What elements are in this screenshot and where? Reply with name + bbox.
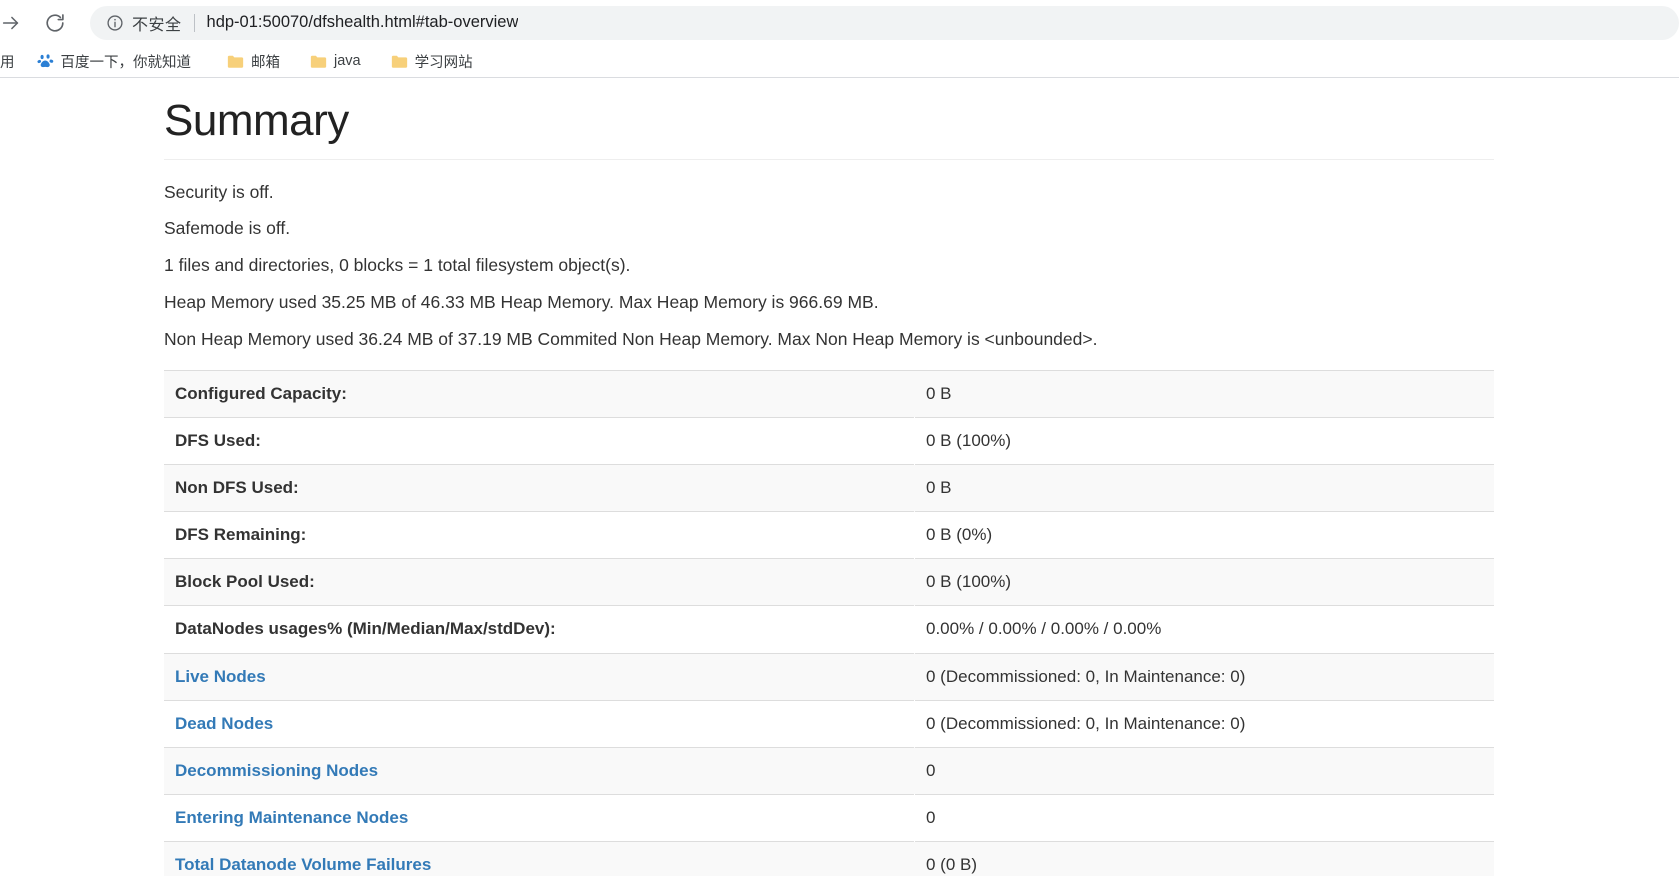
table-row: DFS Remaining: 0 B (0%): [164, 511, 1494, 559]
table-value-label: 0 (0 B): [926, 855, 978, 875]
page-body: Summary Security is off. Safemode is off…: [0, 78, 1679, 876]
table-cell-value: 0: [914, 746, 1494, 795]
table-key-label: DataNodes usages% (Min/Median/Max/stdDev…: [175, 619, 556, 639]
table-cell-key: Configured Capacity:: [164, 369, 915, 418]
table-value-label: 0 (Decommissioned: 0, In Maintenance: 0): [926, 713, 1246, 733]
table-row: Entering Maintenance Nodes 0: [164, 793, 1494, 842]
folder-icon: [310, 54, 327, 69]
page-title: Summary: [164, 96, 349, 145]
info-circle-icon[interactable]: [106, 14, 124, 32]
table-key-label: Non DFS Used:: [175, 478, 299, 498]
bookmark-folder-java[interactable]: java: [302, 50, 369, 72]
table-row: Decommissioning Nodes 0: [164, 746, 1494, 795]
table-row: Configured Capacity: 0 B: [164, 369, 1494, 418]
bookmark-clipped-label[interactable]: 用: [0, 51, 15, 72]
table-value-label: 0: [926, 807, 936, 827]
table-row: Dead Nodes 0 (Decommissioned: 0, In Maint…: [164, 699, 1494, 748]
table-cell-value: 0: [914, 793, 1494, 842]
table-link[interactable]: Live Nodes: [175, 667, 266, 686]
bookmarks-bar: 用 百度一下，你就知道 邮箱 java 学习网站: [0, 45, 1679, 78]
table-value-label: 0 B (100%): [926, 430, 1012, 450]
security-status-label[interactable]: 不安全: [132, 11, 182, 35]
table-cell-value: 0 (Decommissioned: 0, In Maintenance: 0): [914, 699, 1494, 748]
table-row: Total Datanode Volume Failures 0 (0 B): [164, 841, 1494, 876]
table-key-label: Block Pool Used:: [175, 572, 315, 592]
table-cell-key: Decommissioning Nodes: [164, 746, 915, 795]
table-cell-value: 0 B (100%): [914, 416, 1494, 465]
summary-table: Configured Capacity: 0 B DFS Used: 0 B (100…: [164, 369, 1494, 876]
bookmark-label: 学习网站: [414, 54, 473, 71]
table-cell-key: DataNodes usages% (Min/Median/Max/stdDev…: [164, 605, 915, 654]
reload-button[interactable]: [38, 6, 72, 40]
table-cell-value: 0 (Decommissioned: 0, In Maintenance: 0): [914, 652, 1494, 701]
summary-line-security: Security is off.: [164, 181, 274, 202]
baidu-icon: [36, 52, 54, 70]
table-key-label: Configured Capacity:: [175, 383, 347, 403]
table-row: Block Pool Used: 0 B (100%): [164, 558, 1494, 606]
table-link[interactable]: Entering Maintenance Nodes: [175, 808, 408, 827]
summary-line-safemode: Safemode is off.: [164, 218, 291, 239]
table-value-label: 0 (Decommissioned: 0, In Maintenance: 0): [926, 666, 1246, 686]
table-value-label: 0 B (0%): [926, 525, 993, 545]
table-value-label: 0 B (100%): [926, 572, 1012, 592]
table-cell-key: Entering Maintenance Nodes: [164, 793, 915, 842]
bookmark-folder-mail[interactable]: 邮箱: [219, 48, 288, 75]
table-row: Non DFS Used: 0 B: [164, 464, 1494, 512]
forward-button[interactable]: [0, 6, 28, 40]
summary-line-objects: 1 files and directories, 0 blocks = 1 to…: [164, 255, 631, 276]
table-key-label: DFS Used:: [175, 430, 261, 450]
table-value-label: 0 B: [926, 383, 952, 403]
arrow-right-icon: [0, 12, 22, 34]
table-link[interactable]: Dead Nodes: [175, 714, 273, 733]
reload-icon: [44, 12, 66, 34]
summary-table-body: Configured Capacity: 0 B DFS Used: 0 B (100…: [164, 369, 1494, 876]
summary-line-heap-memory: Heap Memory used 35.25 MB of 46.33 MB He…: [164, 292, 879, 313]
bookmark-label: 百度一下，你就知道: [60, 54, 192, 71]
table-cell-value: 0 (0 B): [914, 841, 1494, 876]
table-cell-key: Total Datanode Volume Failures: [164, 841, 915, 876]
table-value-label: 0.00% / 0.00% / 0.00% / 0.00%: [926, 619, 1162, 639]
table-cell-key: DFS Remaining:: [164, 511, 915, 559]
table-cell-value: 0 B: [914, 369, 1494, 418]
table-cell-key: Live Nodes: [164, 652, 915, 701]
table-key-label: DFS Remaining:: [175, 525, 307, 545]
table-cell-value: 0.00% / 0.00% / 0.00% / 0.00%: [914, 605, 1494, 654]
table-cell-value: 0 B: [914, 464, 1494, 512]
folder-icon: [227, 54, 244, 69]
url-text[interactable]: hdp-01:50070/dfshealth.html#tab-overview: [207, 13, 519, 32]
bookmark-item-baidu[interactable]: 百度一下，你就知道: [29, 48, 200, 75]
table-row: DFS Used: 0 B (100%): [164, 416, 1494, 465]
table-row: Live Nodes 0 (Decommissioned: 0, In Maint…: [164, 652, 1494, 701]
table-cell-key: Non DFS Used:: [164, 464, 915, 512]
table-row: DataNodes usages% (Min/Median/Max/stdDev…: [164, 605, 1494, 654]
table-cell-value: 0 B (100%): [914, 558, 1494, 606]
omnibox-divider: [193, 13, 195, 32]
table-value-label: 0: [926, 760, 936, 780]
table-cell-key: DFS Used:: [164, 416, 915, 465]
table-link[interactable]: Decommissioning Nodes: [175, 761, 378, 780]
table-link[interactable]: Total Datanode Volume Failures: [175, 855, 431, 874]
content-container: Summary Security is off. Safemode is off…: [164, 78, 1494, 876]
table-cell-key: Block Pool Used:: [164, 558, 915, 606]
address-bar[interactable]: 不安全 hdp-01:50070/dfshealth.html#tab-over…: [90, 5, 1679, 40]
table-value-label: 0 B: [926, 478, 952, 498]
table-cell-value: 0 B (0%): [914, 511, 1494, 559]
bookmark-label: java: [334, 53, 361, 69]
bookmark-label: 邮箱: [251, 54, 280, 71]
browser-toolbar: 不安全 hdp-01:50070/dfshealth.html#tab-over…: [0, 0, 1679, 45]
table-cell-key: Dead Nodes: [164, 699, 915, 748]
title-divider: [164, 158, 1494, 160]
summary-line-non-heap-memory: Non Heap Memory used 36.24 MB of 37.19 M…: [164, 328, 1098, 349]
bookmark-folder-study[interactable]: 学习网站: [383, 48, 481, 75]
folder-icon: [391, 54, 408, 69]
